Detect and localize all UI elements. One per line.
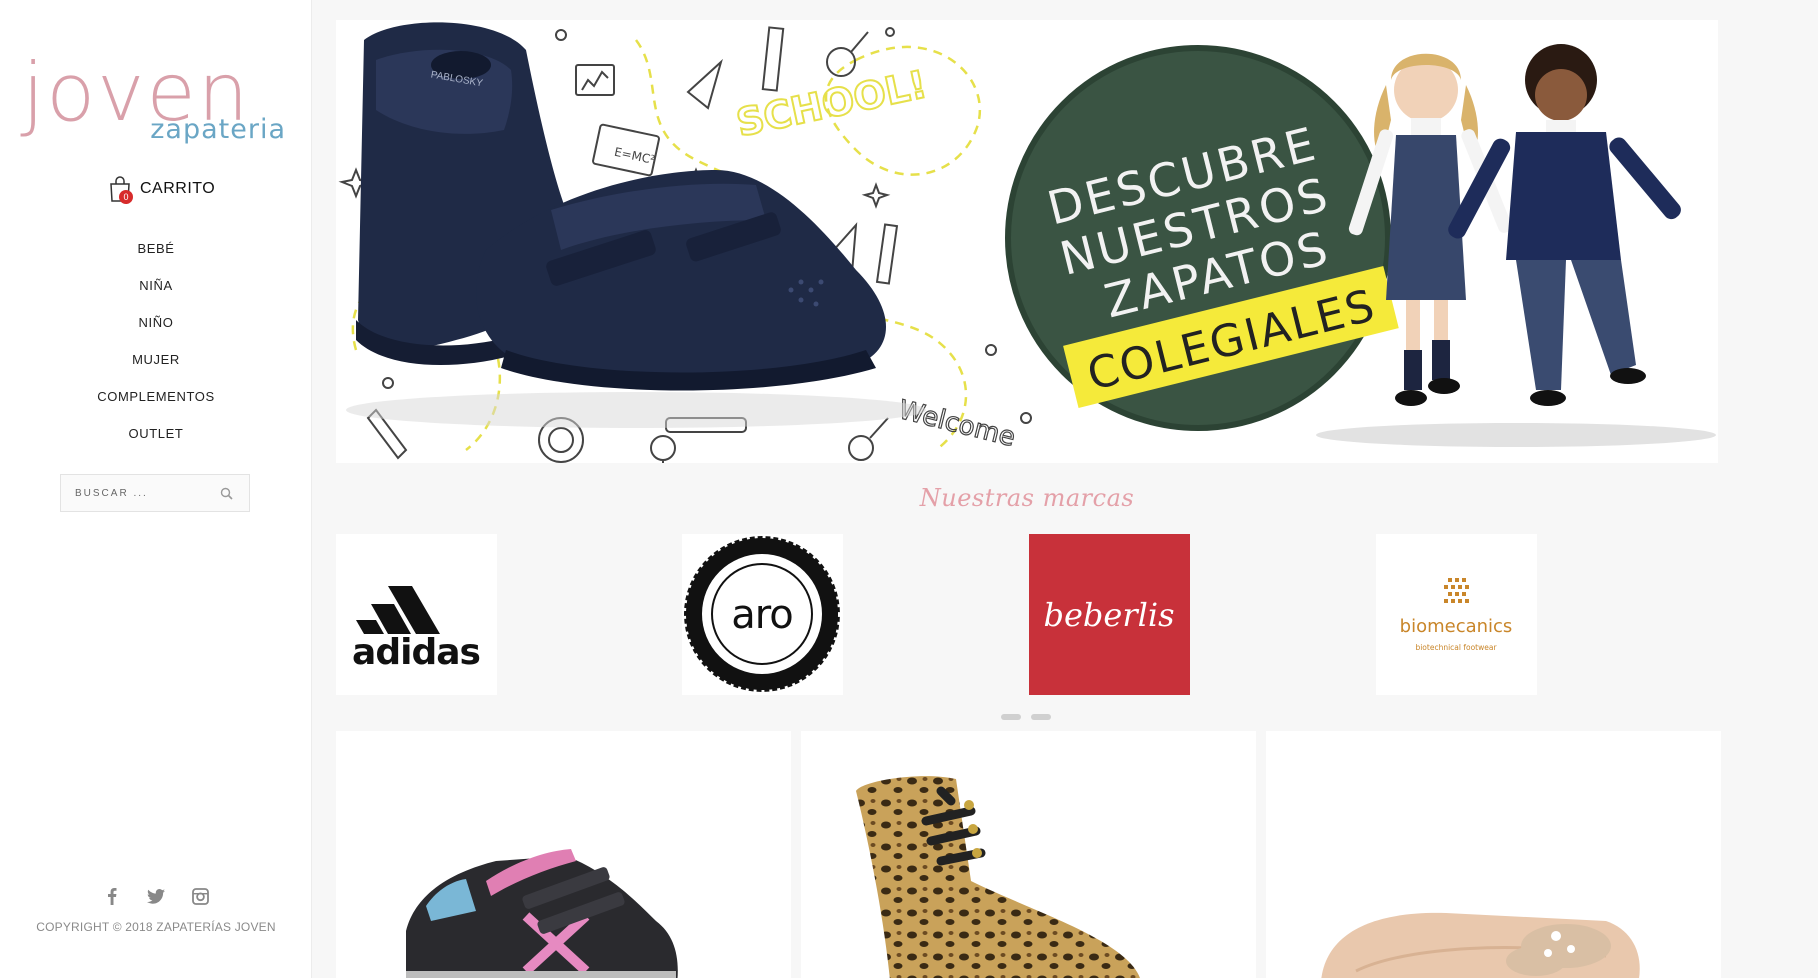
logo-sub-text: zapateria xyxy=(150,114,286,145)
copyright-text: COPYRIGHT © 2018 ZAPATERÍAS JOVEN xyxy=(36,920,276,934)
school-doodle-text: SCHOOL! xyxy=(733,62,931,145)
biomecanics-tagline: biotechnical footwear xyxy=(1415,643,1497,652)
brand-card-beberlis[interactable]: beberlis xyxy=(1029,534,1190,695)
nav-item-bebe[interactable]: BEBÉ xyxy=(0,233,312,270)
brands-title: Nuestras marcas xyxy=(919,484,1135,512)
cart-count-badge: 0 xyxy=(119,190,133,204)
cart-button[interactable]: 0 CARRITO xyxy=(108,174,215,204)
formula-doodle: E=MC² xyxy=(613,145,656,167)
facebook-icon[interactable] xyxy=(100,884,124,908)
nav-item-nino[interactable]: NIÑO xyxy=(0,307,312,344)
main-nav: BEBÉ NIÑA NIÑO MUJER COMPLEMENTOS OUTLET xyxy=(0,233,312,455)
product-card-3[interactable] xyxy=(1266,731,1721,978)
welcome-doodle-text: Welcome xyxy=(896,395,1019,453)
nav-item-complementos[interactable]: COMPLEMENTOS xyxy=(0,381,312,418)
nav-item-outlet[interactable]: OUTLET xyxy=(0,418,312,455)
brand-card-aro[interactable]: aro xyxy=(682,534,843,695)
carousel-dot-2[interactable] xyxy=(1031,714,1051,720)
adidas-logo: adidas xyxy=(352,586,481,673)
biomecanics-logo: biomecanics biotechnical footwear xyxy=(1400,578,1513,652)
shopping-bag-icon: 0 xyxy=(108,175,133,204)
aro-logo: aro xyxy=(682,534,842,694)
instagram-icon[interactable] xyxy=(188,884,212,908)
beberlis-wordmark: beberlis xyxy=(1043,596,1174,634)
product-image-sneaker xyxy=(406,849,678,978)
product-card-2[interactable] xyxy=(801,731,1256,978)
hero-banner[interactable]: E=MC² SCHOOL! Welcome PABLOSKY DESCUBRE … xyxy=(336,20,1718,463)
search-icon[interactable] xyxy=(211,475,241,511)
hero-banner-art: E=MC² SCHOOL! Welcome PABLOSKY DESCUBRE … xyxy=(338,22,1716,463)
nav-item-nina[interactable]: NIÑA xyxy=(0,270,312,307)
product-card-1[interactable] xyxy=(336,731,791,978)
aro-wordmark: aro xyxy=(731,592,793,638)
site-logo[interactable]: joven zapateria xyxy=(22,48,292,158)
carousel-dot-1[interactable] xyxy=(1001,714,1021,720)
nav-item-mujer[interactable]: MUJER xyxy=(0,344,312,381)
page: joven zapateria 0 CARRITO BEBÉ NIÑA NIÑO… xyxy=(0,0,1818,978)
twitter-icon[interactable] xyxy=(144,884,168,908)
search-input[interactable] xyxy=(61,475,211,511)
cart-label: CARRITO xyxy=(140,180,216,197)
brand-card-adidas[interactable]: adidas xyxy=(336,534,497,695)
product-image-ballerina xyxy=(1321,912,1640,978)
brand-card-biomecanics[interactable]: biomecanics biotechnical footwear xyxy=(1376,534,1537,695)
beberlis-logo: beberlis xyxy=(1043,596,1174,634)
biomecanics-wordmark: biomecanics xyxy=(1400,616,1513,637)
promo-chalkboard: DESCUBRE NUESTROS ZAPATOS COLEGIALES xyxy=(1005,45,1399,431)
sidebar: joven zapateria 0 CARRITO BEBÉ NIÑA NIÑO… xyxy=(0,0,312,978)
product-image-leopard-boot xyxy=(856,776,1140,978)
brands-carousel-dots xyxy=(1001,714,1051,720)
adidas-wordmark: adidas xyxy=(352,632,480,673)
social-links xyxy=(100,884,212,908)
search-box xyxy=(60,474,250,512)
